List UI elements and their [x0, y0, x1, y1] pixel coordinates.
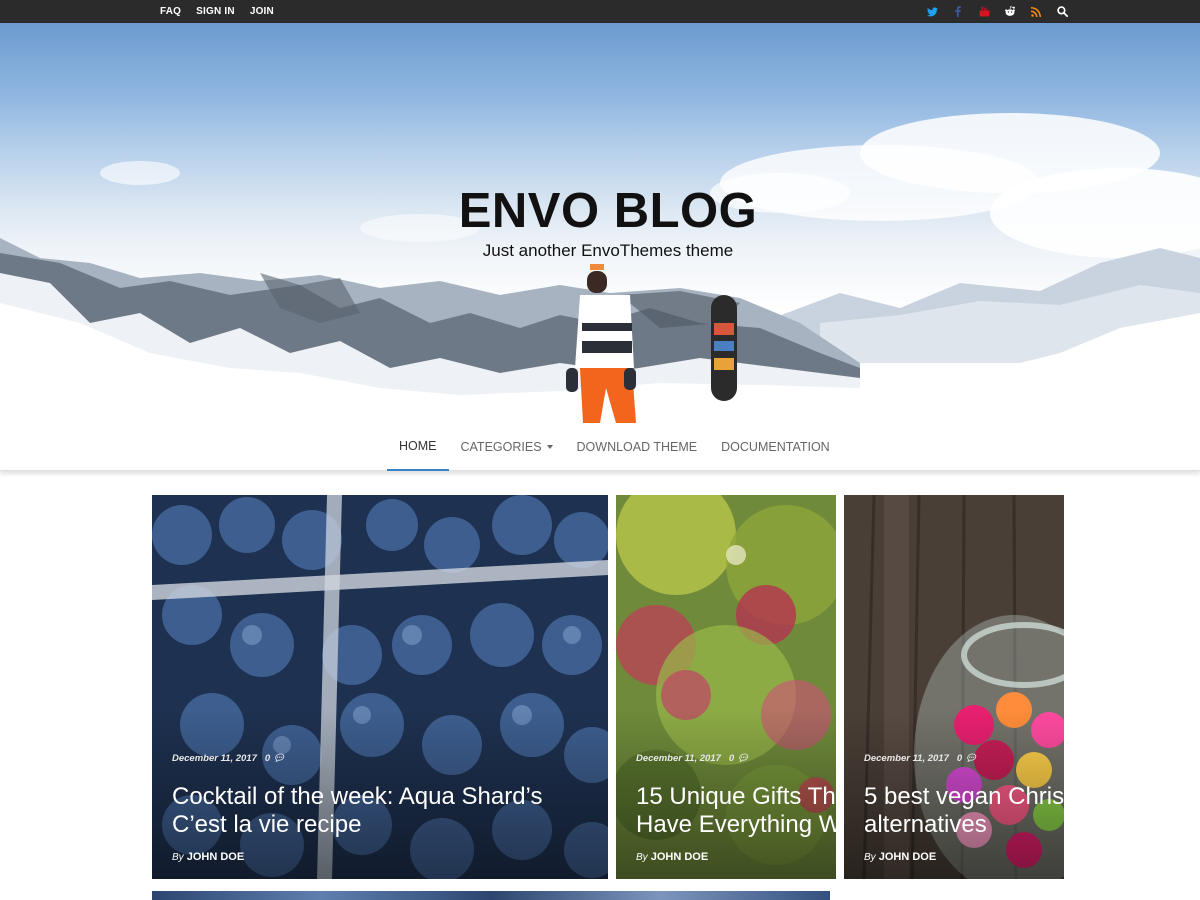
site-tagline: Just another EnvoThemes theme	[482, 241, 734, 260]
facebook-icon[interactable]	[952, 6, 964, 18]
post-title[interactable]: Cocktail of the week: Aqua Shard’s C’est…	[172, 783, 542, 839]
site-title[interactable]: ENVO BLOG	[0, 183, 1200, 239]
post-title-line: 15 Unique Gifts Th	[636, 783, 836, 810]
post-meta: December 11, 2017 0 💬︎	[636, 753, 749, 764]
comment-count[interactable]: 0	[957, 753, 962, 764]
post-author: By JOHN DOE	[172, 851, 244, 863]
hero-header: ENVO BLOG Just another EnvoThemes theme	[0, 23, 1200, 423]
nav-item-label: HOME	[399, 439, 437, 453]
post-title-line: 5 best vegan Chris	[864, 783, 1064, 810]
by-label: By	[636, 852, 648, 863]
twitter-icon[interactable]	[926, 6, 938, 18]
post-meta: December 11, 2017 0 💬︎	[864, 753, 977, 764]
comment-icon: 💬︎	[736, 753, 749, 764]
post-card[interactable]: December 11, 2017 0 💬︎ Cocktail of the we…	[152, 495, 608, 879]
post-card[interactable]: December 11, 2017 0 💬︎ 5 best vegan Chris…	[844, 495, 1064, 879]
reddit-icon[interactable]	[1004, 6, 1016, 18]
nav-item-documentation[interactable]: DOCUMENTATION	[709, 423, 842, 471]
comment-count[interactable]: 0	[729, 753, 734, 764]
post-title-line: alternatives	[864, 811, 987, 838]
next-post-image[interactable]	[152, 891, 830, 900]
comment-count[interactable]: 0	[265, 753, 270, 764]
nav-item-label: CATEGORIES	[460, 440, 542, 454]
post-title[interactable]: 5 best vegan Chris alternatives	[864, 783, 1064, 839]
post-title-line: C’est la vie recipe	[172, 811, 362, 838]
by-label: By	[172, 852, 184, 863]
search-icon[interactable]	[1056, 6, 1068, 18]
main-navigation: HOME CATEGORIES DOWNLOAD THEME DOCUMENTA…	[0, 423, 1200, 471]
nav-item-download-theme[interactable]: DOWNLOAD THEME	[565, 423, 710, 471]
nav-item-label: DOWNLOAD THEME	[576, 440, 698, 454]
post-author: By JOHN DOE	[864, 851, 936, 863]
caret-down-icon	[546, 445, 553, 449]
post-title-line: Have Everything W	[636, 811, 836, 838]
author-link[interactable]: JOHN DOE	[187, 851, 244, 863]
nav-item-categories[interactable]: CATEGORIES	[449, 423, 565, 471]
top-bar: FAQ SIGN IN JOIN	[0, 0, 1200, 23]
post-date[interactable]: December 11, 2017	[172, 753, 257, 764]
post-title[interactable]: 15 Unique Gifts Th Have Everything W	[636, 783, 836, 839]
join-link[interactable]: JOIN	[250, 6, 274, 17]
youtube-icon[interactable]	[978, 6, 990, 18]
by-label: By	[864, 852, 876, 863]
nav-item-label: DOCUMENTATION	[721, 440, 830, 454]
post-meta: December 11, 2017 0 💬︎	[172, 753, 285, 764]
post-author: By JOHN DOE	[636, 851, 708, 863]
top-links: FAQ SIGN IN JOIN	[160, 0, 289, 23]
nav-item-home[interactable]: HOME	[387, 423, 449, 471]
comment-icon: 💬︎	[964, 753, 977, 764]
comment-icon: 💬︎	[272, 753, 285, 764]
post-date[interactable]: December 11, 2017	[636, 753, 721, 764]
post-date[interactable]: December 11, 2017	[864, 753, 949, 764]
post-title-line: Cocktail of the week: Aqua Shard’s	[172, 783, 543, 810]
social-icons	[912, 0, 1068, 23]
rss-icon[interactable]	[1030, 6, 1042, 18]
author-link[interactable]: JOHN DOE	[879, 851, 936, 863]
author-link[interactable]: JOHN DOE	[651, 851, 708, 863]
post-card[interactable]: December 11, 2017 0 💬︎ 15 Unique Gifts Th…	[616, 495, 836, 879]
sign-in-link[interactable]: SIGN IN	[196, 6, 235, 17]
faq-link[interactable]: FAQ	[160, 6, 181, 17]
